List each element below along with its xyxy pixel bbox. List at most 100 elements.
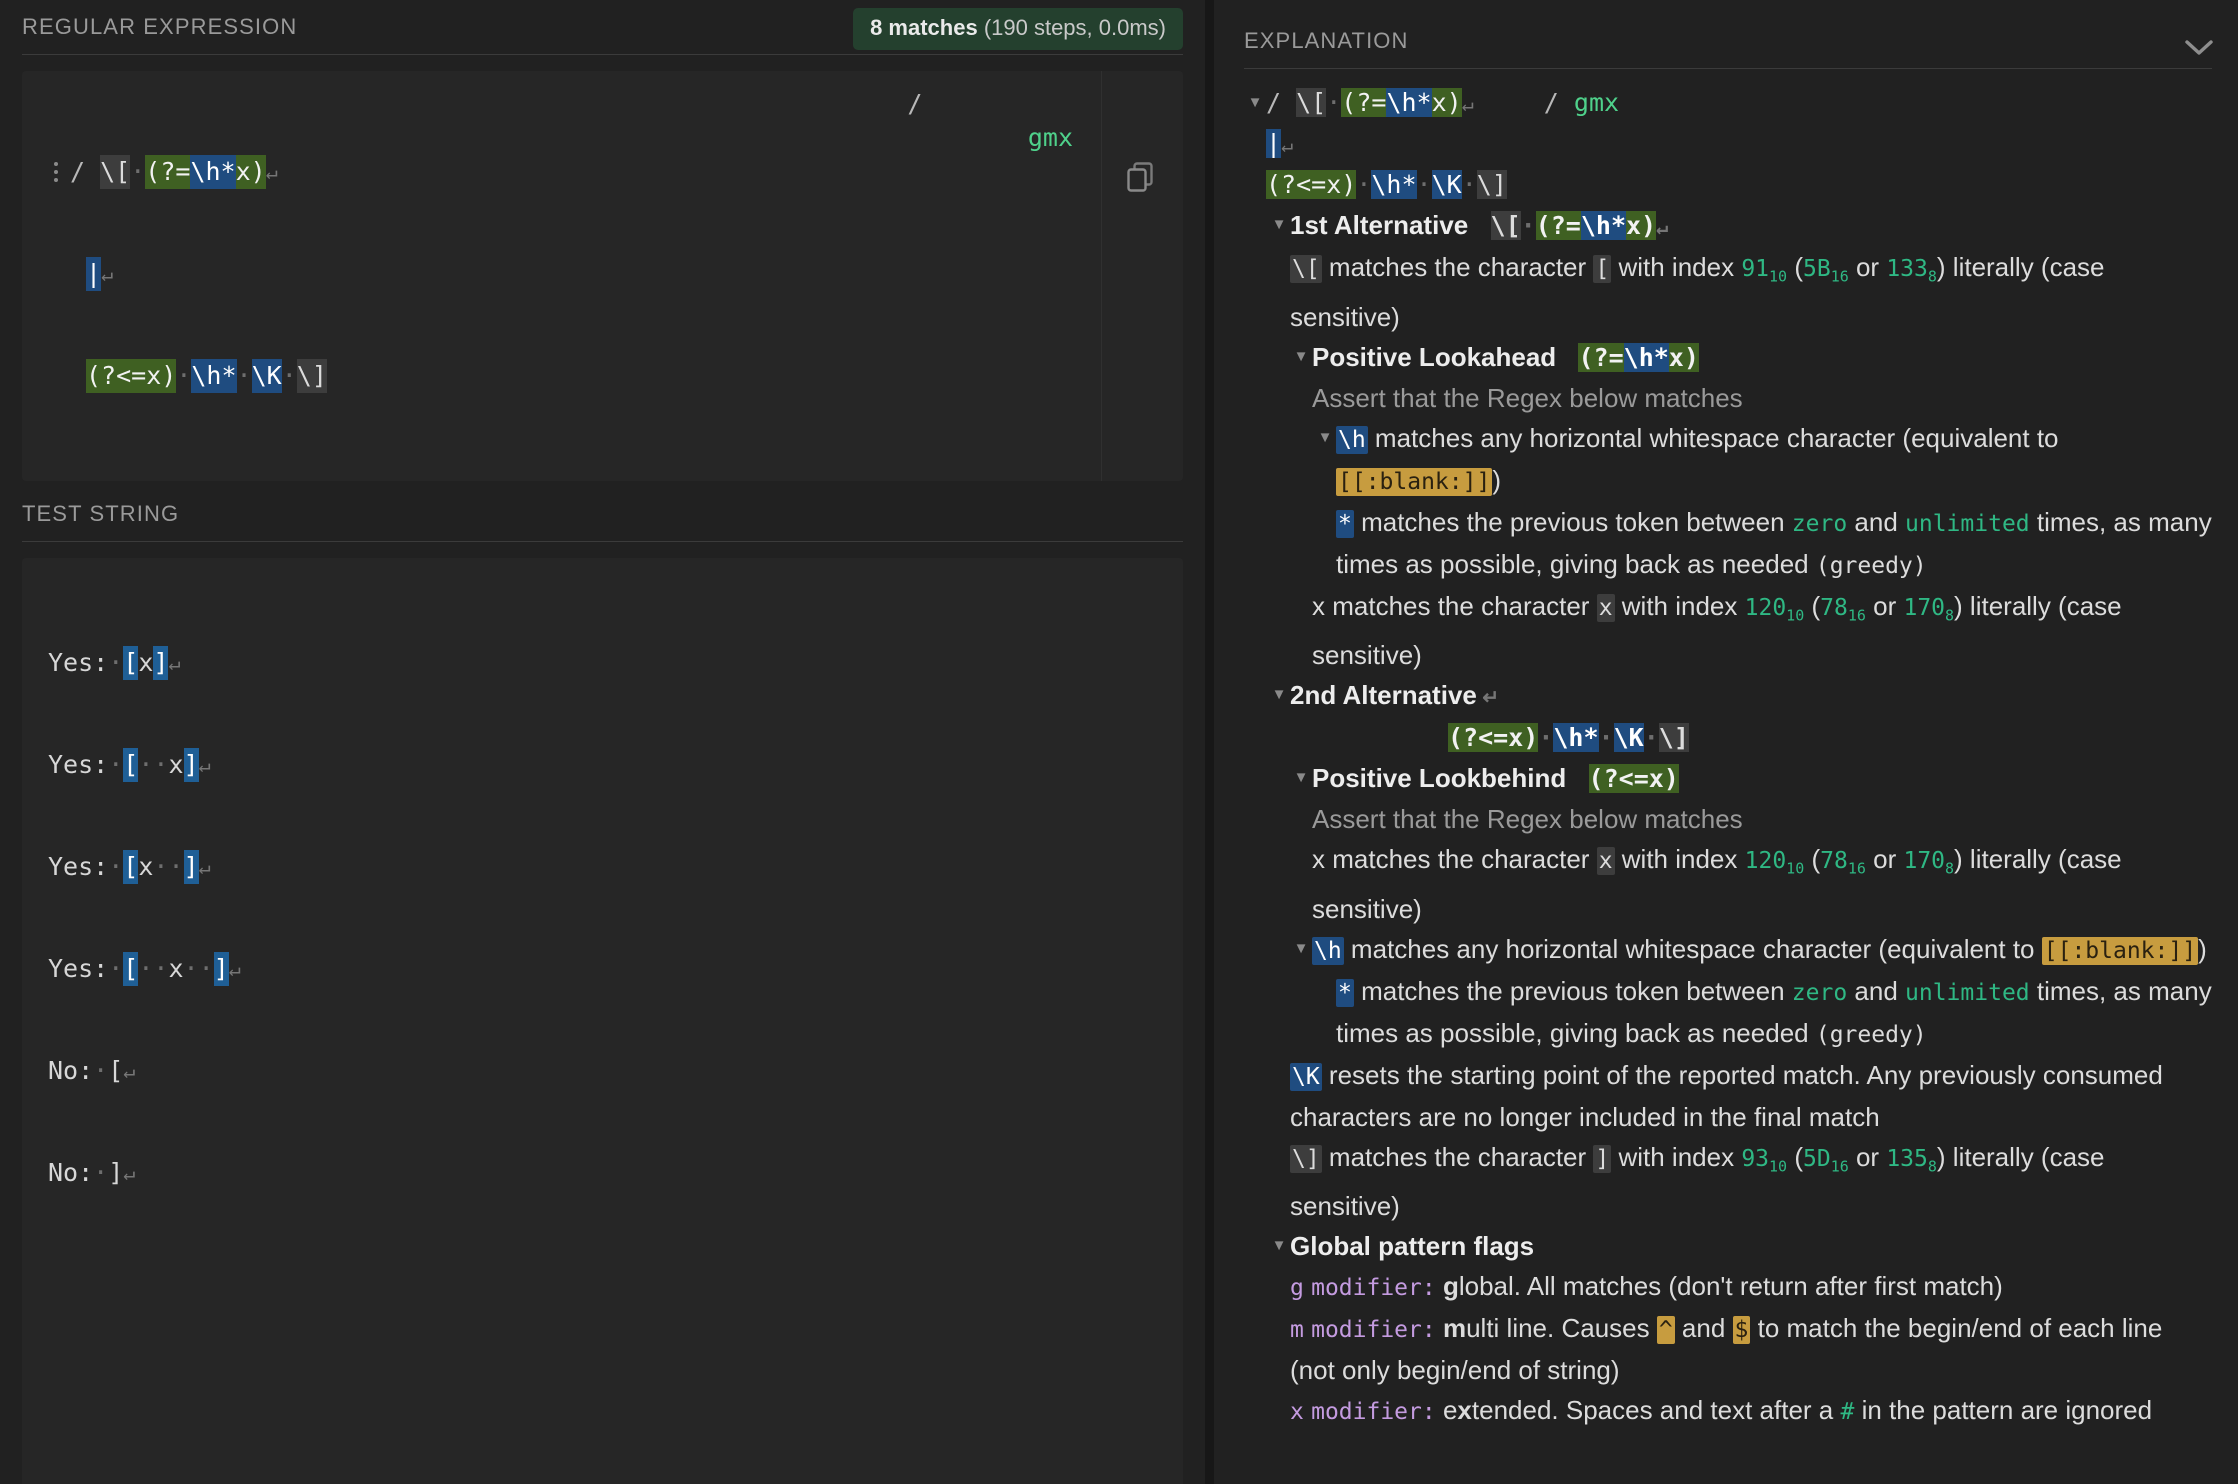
token-h-chip: \h — [1336, 425, 1368, 454]
pattern-echo-line2: |↵ — [1266, 129, 1294, 158]
global-flags-heading-row[interactable]: ▼ Global pattern flags — [1244, 1226, 2212, 1266]
copy-icon[interactable] — [1126, 161, 1156, 198]
alt1-tokens: \[·(?=\h*x)↵ — [1490, 211, 1669, 240]
pattern-echo-line3: (?<=x)·\h*·\K·\] — [1266, 170, 1507, 199]
lookahead-heading-row[interactable]: ▼ Positive Lookahead (?=\h*x) — [1244, 337, 2212, 378]
lookbehind-assert-row: ▼ Assert that the Regex below matches — [1244, 799, 2212, 839]
regex-line-3[interactable]: (?<=x) · \h* · \K · \] — [48, 359, 1183, 393]
test-section-title: TEST STRING — [22, 501, 180, 526]
token-lookahead-open: (?= — [145, 155, 191, 189]
regex-line-2[interactable]: | ↵ — [48, 257, 1183, 291]
match-count-badge: 8 matches (190 steps, 0.0ms) — [853, 8, 1183, 50]
keep-out-row: ▼ \K resets the starting point of the re… — [1290, 1059, 2163, 1132]
match-highlight: ] — [183, 748, 199, 782]
alt2-heading: 2nd Alternative — [1290, 680, 1477, 711]
match-detail-label: (190 steps, 0.0ms) — [983, 15, 1166, 40]
kebab-menu-icon[interactable] — [48, 162, 64, 182]
lookahead-token: (?=\h*x) — [1578, 342, 1699, 372]
alt2-x-desc-row: ▼ x matches the character x with index 1… — [1312, 844, 2122, 924]
disclosure-triangle-icon[interactable]: ▼ — [1268, 675, 1290, 715]
disclosure-triangle-icon[interactable]: ▼ — [1268, 205, 1290, 245]
lookahead-label: Positive Lookahead — [1312, 341, 1557, 372]
regex-flags-area[interactable]: / gmx — [907, 87, 1073, 155]
test-line[interactable]: No: ·] ↵ — [48, 1156, 1183, 1190]
caret-chip: ^ — [1656, 1316, 1675, 1345]
alt1-heading-row[interactable]: ▼ 1st Alternative \[·(?=\h*x)↵ — [1244, 205, 2212, 247]
disclosure-triangle-icon[interactable]: ▼ — [1290, 929, 1312, 969]
literal-bracket-chip: [ — [1593, 255, 1612, 283]
token-close-bracket: \] — [296, 359, 327, 393]
explanation-column: EXPLANATION ▼ / \[·(?=\h*x)↵ / gmx |↵ (?<… — [1214, 0, 2238, 1484]
regex-section-header: REGULAR EXPRESSION 8 matches (190 steps,… — [0, 0, 1205, 54]
match-highlight: ] — [183, 850, 199, 884]
explanation-header: EXPLANATION — [1214, 0, 2238, 68]
token-keep-out: \K — [251, 359, 282, 393]
token-h-star-2: \h* — [191, 359, 237, 393]
token-keep-out-chip: \K — [1290, 1062, 1322, 1091]
token-open-bracket: \[ — [100, 155, 131, 189]
regex-line-1[interactable]: / \[· (?= \h* x) ↵ — [48, 155, 1183, 189]
literal-close-bracket-chip: ] — [1593, 1144, 1612, 1173]
match-highlight: [ — [123, 748, 139, 782]
blank-class-chip: [[:blank:]] — [2041, 936, 2199, 965]
alt1-x-desc-row: ▼ x matches the character x with index 1… — [1312, 590, 2122, 671]
token-lookahead-x: x) — [235, 155, 266, 189]
match-highlight: ] — [153, 646, 169, 680]
token-h-chip: \h — [1312, 936, 1344, 965]
alt2-tokens: (?<=x)·\h*·\K·\] — [1448, 723, 1689, 753]
assert-text: Assert that the Regex below matches — [1312, 382, 1743, 413]
regex-section-title: REGULAR EXPRESSION — [22, 14, 298, 39]
match-highlight: [ — [123, 850, 139, 884]
token-open-bracket-chip: \[ — [1290, 255, 1322, 283]
pattern-echo-row[interactable]: ▼ / \[·(?=\h*x)↵ / gmx |↵ (?<=x)·\h*·\K·\… — [1244, 83, 2212, 205]
disclosure-triangle-icon[interactable]: ▼ — [1290, 337, 1312, 377]
regex-flags[interactable]: gmx — [1028, 123, 1073, 152]
flag-m-row: ▼ m modifier: multi line. Causes ^ and $… — [1290, 1313, 2163, 1386]
dollar-chip: $ — [1732, 1316, 1751, 1345]
explanation-body: ▼ / \[·(?=\h*x)↵ / gmx |↵ (?<=x)·\h*·\K·\… — [1214, 69, 2238, 1432]
newline-glyph: ↵ — [101, 262, 114, 286]
token-star-chip: * — [1336, 509, 1354, 538]
regex-header-divider — [22, 54, 1183, 55]
disclosure-triangle-icon[interactable]: ▼ — [1290, 758, 1312, 798]
close-bracket-row: ▼ \] matches the character ] with index … — [1290, 1141, 2105, 1222]
flag-x-row: ▼ x modifier: extended. Spaces and text … — [1290, 1395, 2153, 1426]
disclosure-triangle-icon[interactable]: ▼ — [1244, 83, 1266, 123]
flag-g-row: ▼ g modifier: global. All matches (don't… — [1290, 1271, 2003, 1302]
alt1-heading: 1st Alternative — [1290, 210, 1469, 240]
left-column: REGULAR EXPRESSION 8 matches (190 steps,… — [0, 0, 1205, 1484]
lookbehind-label: Positive Lookbehind — [1312, 763, 1567, 794]
test-section-header: TEST STRING — [0, 481, 1205, 541]
regex-editor[interactable]: / \[· (?= \h* x) ↵ | ↵ (?<=x) · \h* · \K · \] / gmx — [22, 71, 1183, 481]
test-line[interactable]: Yes: ·[x · ·] ↵ — [48, 850, 1183, 884]
assert-text: Assert that the Regex below matches — [1312, 804, 1743, 835]
token-alternation: | — [86, 257, 102, 291]
explanation-title: EXPLANATION — [1244, 28, 1409, 53]
regex-copy-rail — [1101, 71, 1183, 481]
h-token-row[interactable]: ▼ \h matches any horizontal whitespace c… — [1244, 418, 2212, 502]
test-string-content[interactable]: Yes: ·[x] ↵ Yes: ·[· · x] ↵ Yes: ·[x · ·] ↵ Yes: ·[… — [22, 572, 1183, 1258]
alt2-h-token-row[interactable]: ▼ \h matches any horizontal whitespace c… — [1244, 929, 2212, 971]
match-highlight: ] — [213, 952, 229, 986]
test-line[interactable]: Yes: ·[· · x] ↵ — [48, 748, 1183, 782]
panel-divider[interactable] — [1205, 0, 1214, 1484]
disclosure-triangle-icon[interactable]: ▼ — [1314, 418, 1336, 458]
match-highlight: [ — [123, 952, 139, 986]
test-string-editor[interactable]: Yes: ·[x] ↵ Yes: ·[· · x] ↵ Yes: ·[x · ·] ↵ Yes: ·[… — [22, 558, 1183, 1484]
disclosure-triangle-icon[interactable]: ▼ — [1268, 1226, 1290, 1266]
alt1-bracket-desc-row: ▼ \[ matches the character [ with index … — [1290, 252, 2105, 332]
lookahead-assert-row: ▼ Assert that the Regex below matches — [1244, 378, 2212, 418]
match-count-label: 8 matches — [870, 15, 978, 40]
chevron-down-icon[interactable] — [2184, 35, 2214, 61]
match-highlight: [ — [123, 646, 139, 680]
token-h-star: \h* — [190, 155, 236, 189]
alt2-heading-row[interactable]: ▼ 2nd Alternative ↵ (?<=x)·\h*·\K·\] — [1244, 675, 2212, 758]
literal-x-chip: x — [1596, 847, 1615, 876]
lookbehind-token: (?<=x) — [1588, 764, 1679, 794]
token-close-bracket-chip: \] — [1290, 1144, 1322, 1173]
test-line[interactable]: Yes: ·[x] ↵ — [48, 646, 1183, 680]
lookbehind-heading-row[interactable]: ▼ Positive Lookbehind (?<=x) — [1244, 758, 2212, 799]
token-star-chip: * — [1336, 978, 1354, 1007]
test-line[interactable]: No: ·[↵ — [48, 1054, 1183, 1088]
test-line[interactable]: Yes: ·[· · x · ·] ↵ — [48, 952, 1183, 986]
